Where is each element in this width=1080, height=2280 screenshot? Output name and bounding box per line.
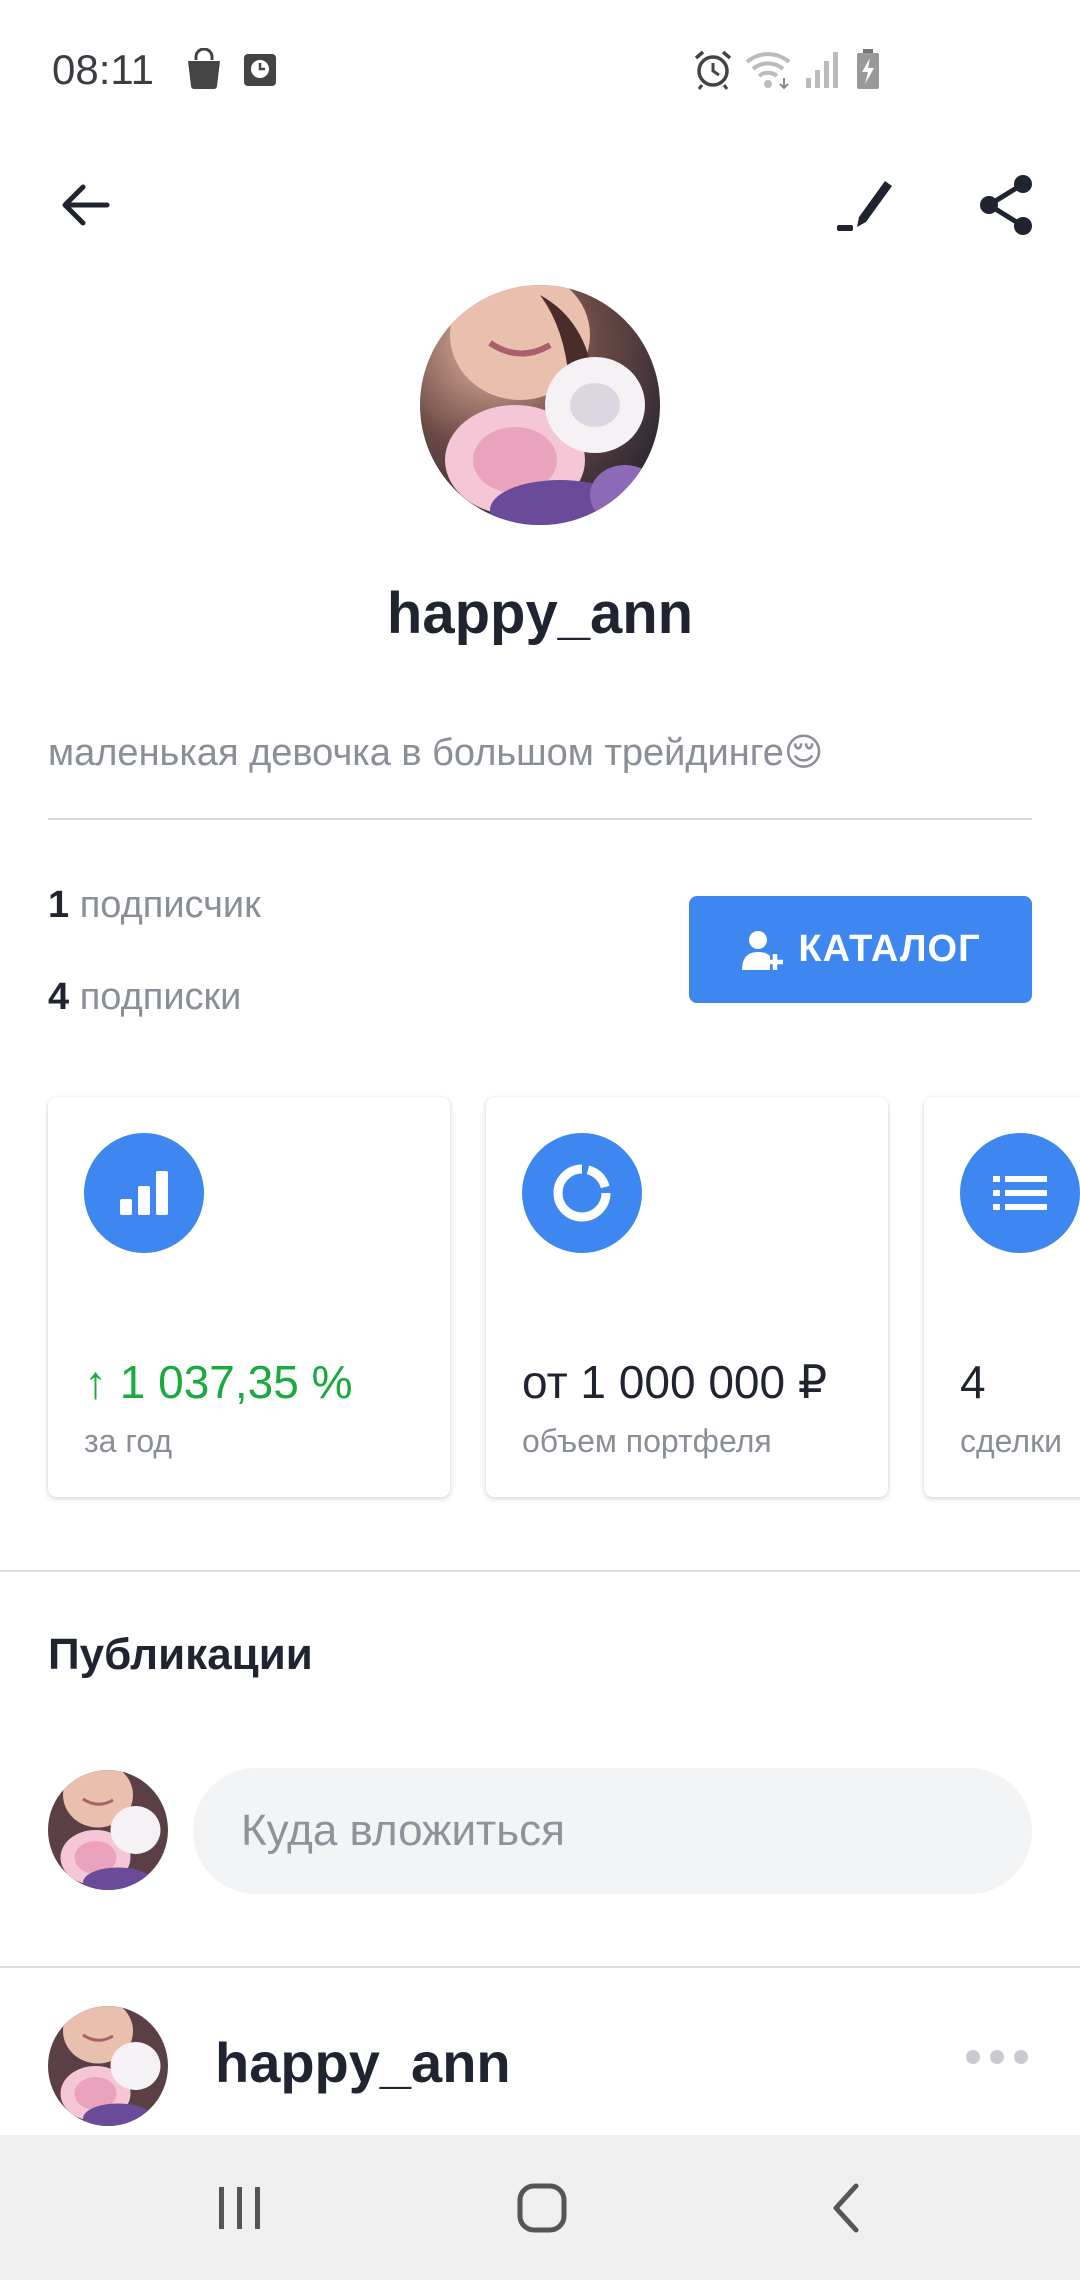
profile-username: happy_ann: [386, 581, 694, 646]
following-count: 4: [48, 976, 70, 1018]
stat-card-label: сделки: [960, 1423, 1062, 1459]
following-link[interactable]: 4 подписки: [48, 976, 241, 1019]
battery-charging-icon: [857, 49, 879, 89]
catalog-button-label: КАТАЛОГ: [798, 928, 981, 970]
followers-count: 1: [48, 884, 70, 926]
back-button[interactable]: [30, 150, 140, 260]
home-button[interactable]: [462, 2135, 622, 2280]
more-dot: [966, 2050, 980, 2064]
add-person-icon: [742, 930, 784, 970]
system-back-button[interactable]: [766, 2135, 926, 2280]
avatar-photo: [48, 1770, 168, 1890]
stat-card-yield[interactable]: ↑ 1 037,35 % за год: [48, 1097, 450, 1497]
publications-title: Публикации: [48, 1630, 313, 1679]
profile-screen: 08:11 happy_ann маленькая девочка в боль…: [0, 0, 1080, 2280]
following-label: подписки: [79, 976, 242, 1018]
section-divider: [0, 1570, 1080, 1572]
compose-post-input[interactable]: Куда вложиться: [193, 1768, 1032, 1894]
status-bar: 08:11: [0, 0, 1080, 140]
stat-card-portfolio[interactable]: от 1 000 000 ₽ объем портфеля: [486, 1097, 888, 1497]
avatar-photo: [48, 2006, 168, 2126]
recent-apps-icon: [219, 2186, 260, 2229]
compose-placeholder: Куда вложиться: [241, 1806, 565, 1855]
more-dot: [1014, 2050, 1028, 2064]
followers-label: подписчик: [79, 884, 261, 926]
stat-card-icon: [522, 1133, 642, 1253]
cellular-signal-icon: [806, 52, 838, 88]
share-button[interactable]: [952, 150, 1062, 260]
stat-card-value: ↑ 1 037,35 %: [84, 1355, 353, 1409]
more-dot: [990, 2050, 1004, 2064]
alarm-icon: [694, 50, 732, 90]
back-icon: [833, 2183, 859, 2232]
status-time: 08:11: [52, 46, 154, 93]
avatar-photo: [420, 285, 660, 525]
post-more-button[interactable]: [966, 2050, 1028, 2064]
system-nav-bar: [0, 2135, 1080, 2280]
stat-card-label: объем портфеля: [522, 1423, 772, 1459]
list-icon: [993, 1176, 1047, 1210]
stat-card-value: от 1 000 000 ₽: [522, 1356, 828, 1408]
donut-chart-icon: [553, 1164, 611, 1222]
edit-profile-button[interactable]: [810, 150, 920, 260]
stat-card-icon: [84, 1133, 204, 1253]
shopping-bag-icon: [188, 48, 220, 89]
clock-app-icon: [244, 54, 276, 86]
stat-card-value: 4: [960, 1356, 986, 1408]
up-arrow-icon: ↑: [84, 1356, 107, 1408]
bar-chart-icon: [120, 1171, 168, 1215]
share-icon: [980, 175, 1032, 235]
profile-avatar[interactable]: [420, 285, 660, 525]
wifi-icon: [745, 52, 791, 90]
back-arrow-icon: [62, 184, 110, 226]
compose-avatar: [48, 1770, 168, 1890]
home-icon: [517, 2183, 567, 2232]
section-divider: [0, 1966, 1080, 1968]
recent-apps-button[interactable]: [160, 2135, 320, 2280]
app-bar: [0, 150, 1080, 260]
post-author-avatar[interactable]: [48, 2006, 168, 2126]
yield-value: 1 037,35 %: [119, 1356, 353, 1408]
followers-link[interactable]: 1 подписчик: [48, 884, 261, 927]
stat-card-icon: [960, 1133, 1080, 1253]
bio-divider: [48, 818, 1032, 820]
stat-card-label: за год: [84, 1423, 173, 1459]
edit-pen-icon: [837, 181, 892, 231]
post-author-name[interactable]: happy_ann: [215, 2030, 511, 2095]
stat-card-deals[interactable]: 4 сделки: [924, 1097, 1080, 1497]
profile-bio: маленькая девочка в большом трейдинге😌: [48, 732, 824, 774]
catalog-button[interactable]: КАТАЛОГ: [689, 896, 1032, 1003]
